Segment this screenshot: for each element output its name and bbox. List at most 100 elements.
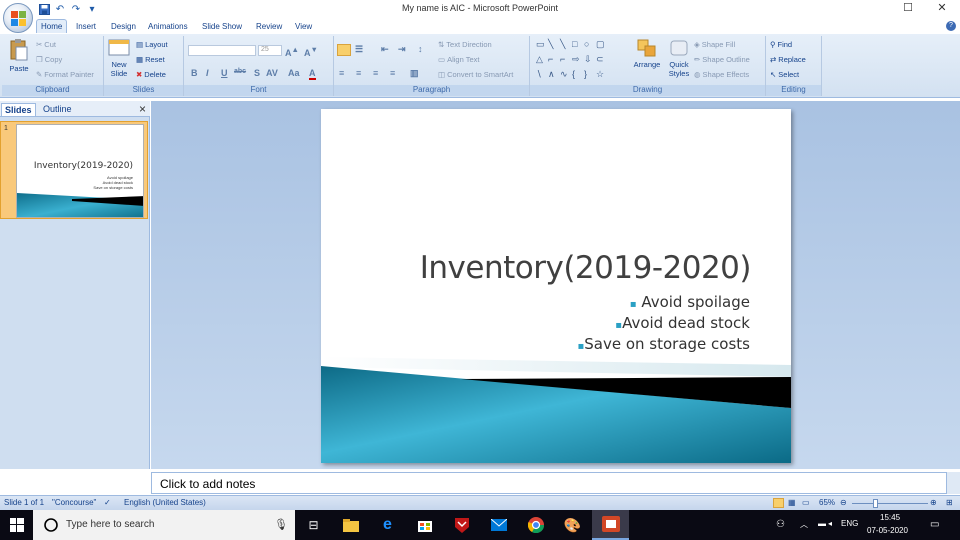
slide-sorter-icon[interactable]: ▦	[788, 498, 796, 507]
cut-button[interactable]: ✂ Cut	[36, 40, 56, 49]
tray-chevron-icon[interactable]: ︿	[800, 519, 808, 530]
triangle-shape-icon[interactable]: △	[536, 54, 543, 65]
freeform-shape-icon[interactable]: ∧	[548, 69, 555, 80]
slide-thumbnail-selected[interactable]: 1 Inventory(2019-2020) Avoid spoilage Av…	[0, 121, 148, 219]
line-spacing-icon[interactable]: ↕	[418, 44, 423, 54]
shape-fill-button[interactable]: ◈ Shape Fill	[694, 40, 735, 49]
new-slide-button[interactable]: New Slide	[106, 38, 132, 78]
slide-thumbnail[interactable]: Inventory(2019-2020) Avoid spoilage Avoi…	[16, 124, 144, 218]
tab-slides[interactable]: Slides	[1, 103, 36, 116]
shape-effects-button[interactable]: ◍ Shape Effects	[694, 70, 749, 79]
fit-to-window-icon[interactable]: ⊞	[946, 498, 953, 507]
chrome-icon[interactable]	[517, 510, 554, 540]
powerpoint-taskbar-icon[interactable]	[592, 510, 629, 540]
zoom-in-icon[interactable]: ⊕	[930, 498, 937, 507]
close-icon[interactable]: ×	[139, 102, 146, 116]
slide-show-icon[interactable]: ▭	[802, 498, 810, 507]
font-name-field[interactable]	[188, 45, 256, 56]
bullets-icon[interactable]	[337, 44, 351, 56]
tab-design[interactable]: Design	[107, 20, 140, 34]
paste-button[interactable]: Paste	[5, 38, 33, 73]
reset-button[interactable]: ▦ Reset	[136, 55, 165, 64]
zoom-level[interactable]: 65%	[819, 498, 835, 507]
numbering-icon[interactable]: ☰	[355, 44, 363, 55]
copy-button[interactable]: ❐ Copy	[36, 55, 62, 64]
clock-date[interactable]: 07-05-2020	[867, 526, 908, 535]
zoom-slider-thumb[interactable]	[873, 499, 878, 508]
line2-shape-icon[interactable]: ╲	[560, 39, 565, 50]
shape-outline-button[interactable]: ✏ Shape Outline	[694, 55, 750, 64]
italic-icon[interactable]: I	[206, 68, 209, 78]
zoom-slider-track[interactable]	[852, 503, 928, 504]
microphone-icon[interactable]: 🎙	[274, 518, 288, 531]
wave-shape-icon[interactable]: ∿	[560, 69, 568, 80]
notes-placeholder[interactable]: Click to add notes	[160, 477, 255, 491]
windows-start-icon[interactable]	[10, 518, 24, 532]
left-brace-shape-icon[interactable]: {	[572, 69, 575, 79]
elbow-shape-icon[interactable]: ⌐	[548, 54, 553, 64]
connector-shape-icon[interactable]: ⌐	[560, 54, 565, 64]
line-shape-icon[interactable]: ╲	[548, 39, 553, 50]
slide-canvas[interactable]: Inventory(2019-2020) ▪ Avoid spoilage ▪A…	[321, 109, 791, 463]
char-spacing-icon[interactable]: AV	[266, 68, 278, 78]
tab-animations[interactable]: Animations	[144, 20, 192, 34]
rectangle-shape-icon[interactable]: □	[572, 39, 577, 49]
align-center-icon[interactable]: ≡	[356, 68, 361, 78]
align-text-button[interactable]: ▭ Align Text	[438, 55, 479, 64]
textbox-shape-icon[interactable]: ▭	[536, 39, 545, 50]
clock-time[interactable]: 15:45	[880, 513, 900, 522]
task-view-icon[interactable]: ⊟	[295, 510, 332, 540]
replace-button[interactable]: ⇄ Replace	[770, 55, 806, 64]
help-icon[interactable]: ?	[946, 21, 956, 31]
convert-smartart-button[interactable]: ◫ Convert to SmartArt	[438, 70, 513, 79]
rounded-rect-shape-icon[interactable]: ▢	[596, 39, 605, 50]
mcafee-icon[interactable]	[443, 510, 480, 540]
slide-bullet-list[interactable]: ▪ Avoid spoilage ▪Avoid dead stock ▪Save…	[577, 293, 750, 356]
underline-icon[interactable]: U	[221, 68, 228, 78]
justify-icon[interactable]: ≡	[390, 68, 395, 78]
spellcheck-icon[interactable]: ✓	[104, 498, 111, 507]
delete-button[interactable]: ✖ Delete	[136, 70, 166, 79]
quick-styles-button[interactable]: Quick Styles	[664, 38, 694, 78]
decrease-indent-icon[interactable]: ⇤	[381, 44, 389, 55]
star-shape-icon[interactable]: ☆	[596, 69, 604, 80]
select-button[interactable]: ↖ Select	[770, 70, 799, 79]
arrange-button[interactable]: Arrange	[630, 38, 664, 69]
columns-icon[interactable]: ▥	[410, 68, 419, 79]
font-color-icon[interactable]: A	[309, 68, 316, 80]
store-icon[interactable]	[406, 510, 443, 540]
layout-button[interactable]: ▤ Layout	[136, 40, 168, 49]
tab-review[interactable]: Review	[252, 20, 286, 34]
grow-font-icon[interactable]: A▲	[285, 45, 299, 58]
office-button[interactable]	[3, 3, 33, 33]
tab-view[interactable]: View	[291, 20, 316, 34]
language-status[interactable]: English (United States)	[124, 498, 206, 507]
tab-slide-show[interactable]: Slide Show	[198, 20, 246, 34]
edge-browser-icon[interactable]: e	[369, 510, 406, 540]
mail-icon[interactable]	[480, 510, 517, 540]
oval-shape-icon[interactable]: ○	[584, 39, 589, 49]
notifications-icon[interactable]: ▭	[930, 519, 939, 530]
align-left-icon[interactable]: ≡	[339, 68, 344, 78]
tab-home[interactable]: Home	[36, 19, 68, 33]
normal-view-icon[interactable]	[773, 498, 784, 508]
close-button[interactable]: ✕	[934, 1, 950, 15]
font-size-field[interactable]: 25	[258, 45, 282, 56]
battery-icon[interactable]: ▬	[818, 519, 826, 528]
paint-app-icon[interactable]: 🎨	[554, 510, 591, 540]
find-button[interactable]: ⚲ Find	[770, 40, 792, 49]
volume-icon[interactable]: ◂	[828, 519, 832, 528]
slide-title[interactable]: Inventory(2019-2020)	[420, 250, 752, 286]
shrink-font-icon[interactable]: A▼	[304, 45, 318, 58]
people-icon[interactable]: ⚇	[776, 519, 785, 530]
align-right-icon[interactable]: ≡	[373, 68, 378, 78]
notes-scrollbar[interactable]	[947, 472, 960, 494]
shadow-icon[interactable]: S	[254, 68, 260, 78]
zoom-out-icon[interactable]: ⊖	[840, 498, 847, 507]
notes-pane[interactable]: Click to add notes	[151, 472, 947, 494]
strikethrough-icon[interactable]: abc	[234, 68, 246, 75]
right-arrow-shape-icon[interactable]: ⇨	[572, 54, 580, 65]
file-explorer-icon[interactable]	[332, 510, 369, 540]
right-brace-shape-icon[interactable]: }	[584, 69, 587, 79]
down-arrow-shape-icon[interactable]: ⇩	[584, 54, 592, 65]
